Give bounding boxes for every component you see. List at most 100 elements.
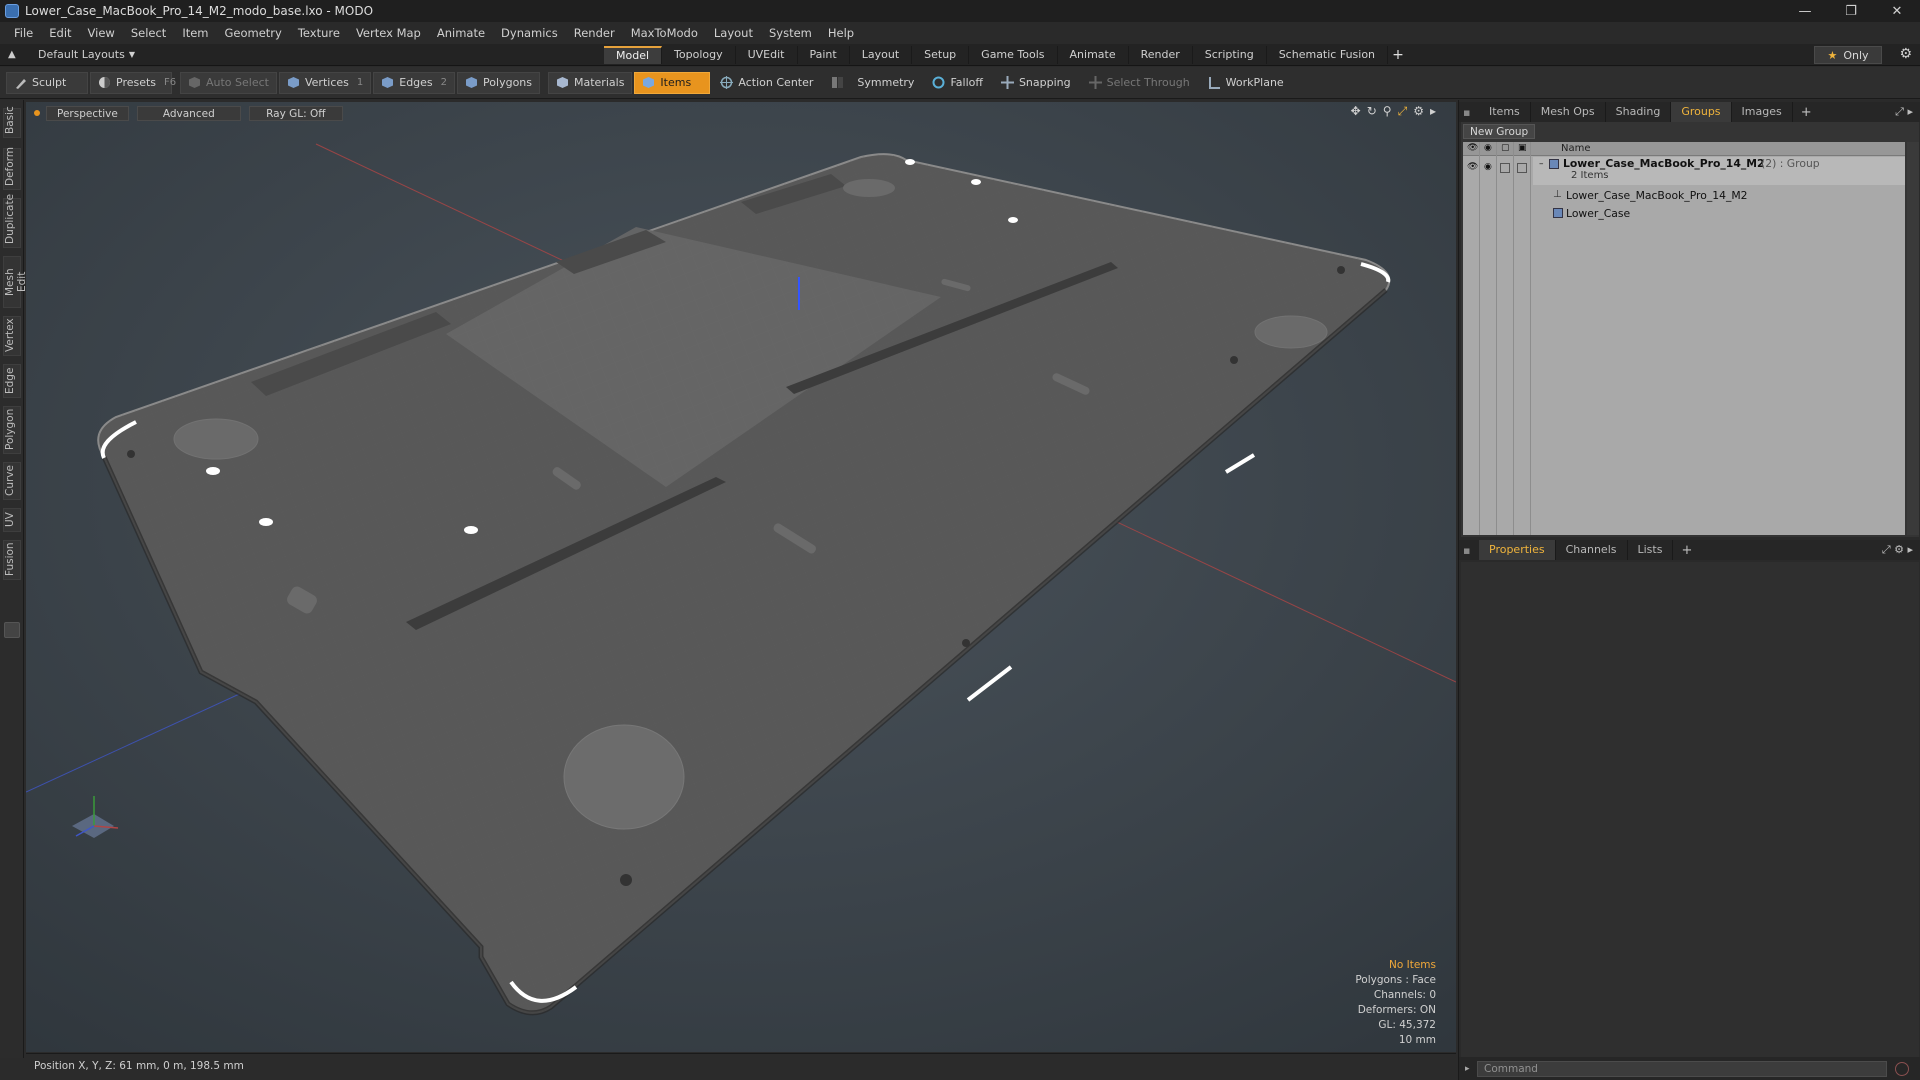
gear-icon[interactable]: ⚙ (1899, 46, 1912, 62)
layout-selector[interactable]: ▲ Default Layouts ▼ (8, 48, 135, 61)
action-center-button[interactable]: Action Center (712, 72, 821, 94)
group-lock-icon[interactable]: ◉ (1484, 162, 1492, 172)
tab-render[interactable]: Render (1129, 46, 1193, 64)
command-history-icon[interactable]: ▸ (1465, 1064, 1470, 1074)
menu-maxtomodo[interactable]: MaxToModo (623, 22, 706, 44)
restore-icon[interactable]: ❐ (1828, 0, 1874, 22)
tab-channels[interactable]: Channels (1556, 540, 1628, 560)
panel-menu-icon[interactable]: ▪ (1463, 544, 1475, 557)
tab-images[interactable]: Images (1732, 102, 1793, 122)
materials-label: Materials (574, 76, 625, 89)
auto-select-button[interactable]: Auto Select (180, 71, 277, 94)
close-icon[interactable]: ✕ (1874, 0, 1920, 22)
left-tab-duplicate[interactable]: Duplicate (3, 194, 21, 248)
tab-game-tools[interactable]: Game Tools (969, 46, 1058, 64)
menu-render[interactable]: Render (566, 22, 623, 44)
rotate-icon[interactable]: ↻ (1367, 104, 1377, 119)
3d-viewport[interactable]: No Items Polygons : Face Channels: 0 Def… (26, 102, 1456, 1052)
select-through-button[interactable]: Select Through (1081, 72, 1198, 94)
command-input[interactable]: Command (1477, 1060, 1887, 1077)
fit-icon[interactable]: ⤢ (1398, 104, 1408, 119)
expand-icon[interactable]: ⤢ ⚙ ▸ (1882, 543, 1913, 557)
tab-groups[interactable]: Groups (1671, 102, 1732, 122)
left-tab-fusion[interactable]: Fusion (3, 540, 21, 580)
menu-view[interactable]: View (80, 22, 123, 44)
panel-menu-icon[interactable]: ▪ (1463, 106, 1475, 119)
add-tab-icon[interactable]: + (1681, 543, 1692, 558)
tab-lists[interactable]: Lists (1628, 540, 1674, 560)
group-render-checkbox[interactable] (1517, 163, 1527, 173)
menu-file[interactable]: File (6, 22, 41, 44)
group-list-scrollbar[interactable] (1907, 142, 1919, 535)
presets-button[interactable]: Presets F6 (90, 71, 176, 94)
tab-items[interactable]: Items (1479, 102, 1531, 122)
raygl-button[interactable]: Ray GL: Off (248, 105, 343, 121)
viewport-canvas[interactable] (26, 102, 1456, 1052)
snapping-button[interactable]: Snapping (993, 72, 1079, 94)
workplane-button[interactable]: WorkPlane (1200, 72, 1292, 94)
command-record-icon[interactable] (1895, 1061, 1909, 1076)
menu-texture[interactable]: Texture (290, 22, 348, 44)
list-item[interactable]: Lower_Case (1533, 206, 1905, 222)
tab-setup[interactable]: Setup (912, 46, 970, 64)
tab-schematic-fusion[interactable]: Schematic Fusion (1267, 46, 1389, 64)
tab-mesh-ops[interactable]: Mesh Ops (1531, 102, 1606, 122)
left-tab-basic[interactable]: Basic (3, 106, 21, 138)
shading-mode-button[interactable]: Advanced (136, 105, 241, 121)
group-visibility-eye-icon[interactable]: 👁 (1467, 162, 1478, 172)
add-tab-icon[interactable]: + (1801, 105, 1812, 120)
left-tab-vertex[interactable]: Vertex (3, 316, 21, 356)
tab-animate[interactable]: Animate (1058, 46, 1129, 64)
expand-icon[interactable]: ⤢ ▸ (1895, 105, 1913, 119)
tab-paint[interactable]: Paint (798, 46, 850, 64)
viewport-settings-icon[interactable]: ⚙ (1413, 104, 1424, 119)
left-tab-curve[interactable]: Curve (3, 462, 21, 500)
new-group-button[interactable]: New Group (1463, 124, 1536, 139)
polygons-button[interactable]: Polygons (457, 71, 540, 94)
list-item[interactable]: ⊥ Lower_Case_MacBook_Pro_14_M2 (1533, 188, 1905, 204)
tab-shading[interactable]: Shading (1606, 102, 1672, 122)
tab-model[interactable]: Model (604, 46, 663, 64)
menu-help[interactable]: Help (820, 22, 862, 44)
add-tab-icon[interactable]: + (1388, 47, 1408, 63)
left-tab-uv[interactable]: UV (3, 508, 21, 532)
zoom-icon[interactable]: ⚲ (1383, 104, 1392, 119)
left-tab-edge[interactable]: Edge (3, 364, 21, 398)
menu-geometry[interactable]: Geometry (217, 22, 290, 44)
view-mode-button[interactable]: Perspective (46, 105, 129, 121)
edges-button[interactable]: Edges 2 (373, 71, 456, 94)
menu-select[interactable]: Select (123, 22, 174, 44)
left-tool-tabs: Basic Deform Duplicate Mesh Edit Vertex … (0, 100, 28, 1058)
sculpt-label: Sculpt (32, 76, 67, 89)
expand-toggle-icon[interactable]: – (1539, 159, 1544, 169)
menu-layout[interactable]: Layout (706, 22, 761, 44)
panel-toggle-icon[interactable] (4, 622, 20, 638)
tab-properties[interactable]: Properties (1479, 540, 1556, 560)
menu-animate[interactable]: Animate (429, 22, 493, 44)
items-button[interactable]: Items (634, 71, 711, 94)
tab-scripting[interactable]: Scripting (1193, 46, 1267, 64)
menu-system[interactable]: System (761, 22, 820, 44)
only-toggle-button[interactable]: ★ Only (1814, 46, 1882, 64)
minimize-icon[interactable]: — (1782, 0, 1828, 22)
menu-item[interactable]: Item (174, 22, 216, 44)
tab-topology[interactable]: Topology (662, 46, 736, 64)
falloff-button[interactable]: Falloff (924, 72, 990, 94)
pan-icon[interactable]: ✥ (1351, 104, 1361, 119)
menu-edit[interactable]: Edit (41, 22, 79, 44)
left-tab-polygon[interactable]: Polygon (3, 406, 21, 454)
symmetry-button[interactable]: Symmetry (823, 72, 922, 94)
left-tab-deform[interactable]: Deform (3, 147, 21, 190)
viewport-menu-icon[interactable] (34, 110, 40, 116)
tab-uvedit[interactable]: UVEdit (736, 46, 798, 64)
group-row[interactable]: – Lower_Case_MacBook_Pro_14_M2 (2) : Gro… (1533, 157, 1905, 185)
materials-button[interactable]: Materials (548, 71, 633, 94)
sculpt-button[interactable]: Sculpt (6, 71, 88, 94)
left-tab-mesh-edit[interactable]: Mesh Edit (3, 256, 28, 308)
vertices-button[interactable]: Vertices 1 (278, 71, 372, 94)
play-icon[interactable]: ▸ (1430, 104, 1436, 119)
group-select-checkbox[interactable] (1500, 163, 1510, 173)
menu-vertex-map[interactable]: Vertex Map (348, 22, 429, 44)
menu-dynamics[interactable]: Dynamics (493, 22, 566, 44)
tab-layout[interactable]: Layout (850, 46, 913, 64)
